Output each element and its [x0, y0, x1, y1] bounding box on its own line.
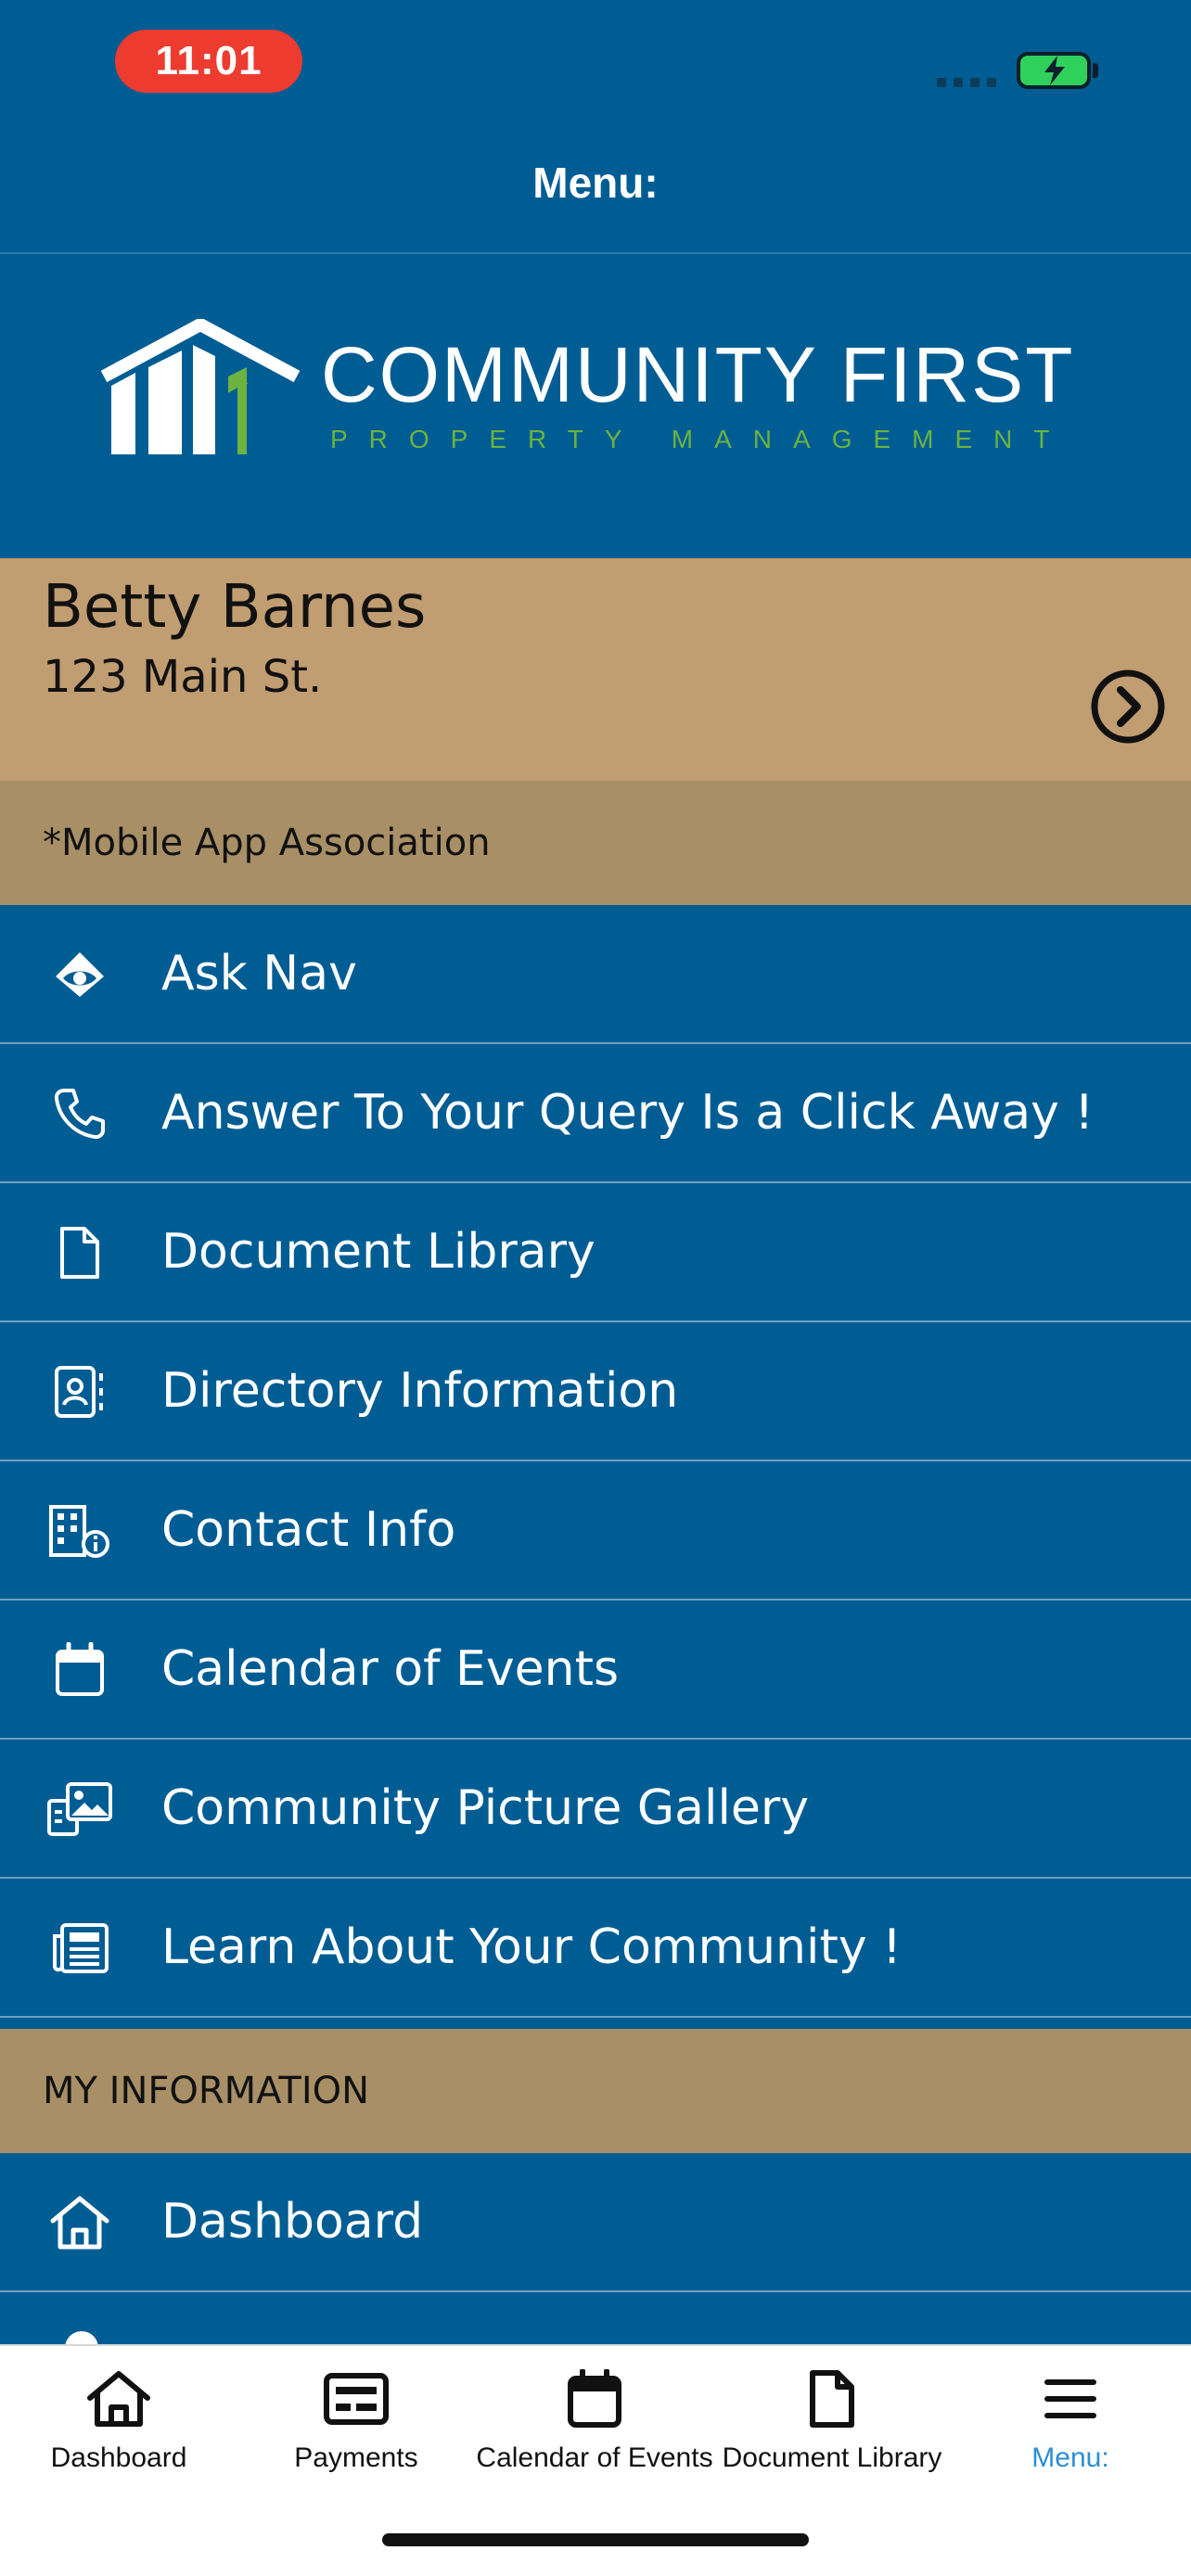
- association-label: *Mobile App Association: [0, 781, 1191, 905]
- menu-item-contact-info[interactable]: Contact Info: [0, 1461, 1191, 1600]
- menu-item-label: Directory Information: [161, 1363, 679, 1419]
- tab-menu[interactable]: Menu:: [952, 2346, 1189, 2485]
- battery-icon: [1017, 52, 1091, 89]
- my-information-header: MY INFORMATION: [0, 2029, 1191, 2153]
- document-icon: [43, 1222, 117, 1283]
- menu-item-label: Answer To Your Query Is a Click Away !: [161, 1085, 1095, 1141]
- cellular-signal-icon: [937, 78, 996, 87]
- menu-item-ask-nav[interactable]: Ask Nav: [0, 905, 1191, 1044]
- menu-item-answer-query[interactable]: Answer To Your Query Is a Click Away !: [0, 1044, 1191, 1183]
- ask-nav-icon: [43, 944, 117, 1005]
- home-indicator[interactable]: [382, 2533, 809, 2546]
- status-bar: 11:01: [0, 0, 1191, 130]
- building-info-icon: [43, 1500, 117, 1562]
- tab-label: Dashboard: [50, 2442, 187, 2473]
- menu-item-label: Community Picture Gallery: [161, 1780, 810, 1836]
- profile-card[interactable]: Betty Barnes 123 Main St.: [0, 558, 1191, 781]
- page-title: Menu:: [532, 159, 659, 207]
- menu-item-label: Dashboard: [161, 2194, 424, 2250]
- menu-item-document-library[interactable]: Document Library: [0, 1183, 1191, 1322]
- menu-item-learn-about-community[interactable]: Learn About Your Community !: [0, 1879, 1191, 2018]
- menu-item-label: Contact Info: [161, 1502, 456, 1558]
- calendar-icon: [43, 1639, 117, 1701]
- tab-label: Document Library: [722, 2442, 942, 2473]
- menu-item-calendar-of-events[interactable]: Calendar of Events: [0, 1600, 1191, 1740]
- tab-calendar-of-events[interactable]: Calendar of Events: [476, 2346, 713, 2485]
- menu-item-label: Learn About Your Community !: [161, 1919, 903, 1975]
- phone-icon: [43, 1083, 117, 1144]
- menu-item-label: Document Library: [161, 1224, 596, 1280]
- profile-address: 123 Main St.: [43, 651, 323, 703]
- brand-logo: COMMUNITY FIRST PROPERTY MANAGEMENT: [0, 254, 1191, 558]
- calendar-icon: [476, 2366, 713, 2431]
- profile-name: Betty Barnes: [43, 573, 427, 642]
- tab-document-library[interactable]: Document Library: [713, 2346, 951, 2485]
- home-icon: [43, 2192, 117, 2253]
- menu-item-dashboard[interactable]: Dashboard: [0, 2153, 1191, 2292]
- menu-item-directory-information[interactable]: Directory Information: [0, 1322, 1191, 1461]
- status-time: 11:01: [115, 30, 302, 93]
- menu-item-label: Calendar of Events: [161, 1641, 620, 1697]
- contact-card-icon: [43, 1361, 117, 1422]
- tab-label: Payments: [294, 2442, 418, 2473]
- home-icon: [0, 2366, 237, 2431]
- menu-item-community-picture-gallery[interactable]: Community Picture Gallery: [0, 1740, 1191, 1879]
- hamburger-icon: [952, 2366, 1189, 2431]
- chevron-right-circle-icon[interactable]: [1089, 668, 1167, 746]
- logo-houses-icon: [100, 319, 301, 454]
- newspaper-icon: [43, 1918, 117, 1979]
- gallery-icon: [43, 1779, 117, 1840]
- logo-subtitle: PROPERTY MANAGEMENT: [330, 425, 1071, 453]
- tab-label: Calendar of Events: [476, 2442, 713, 2473]
- logo-title: COMMUNITY FIRST: [321, 331, 1075, 418]
- tab-dashboard[interactable]: Dashboard: [0, 2346, 237, 2485]
- menu-item-label: Ask Nav: [161, 946, 357, 1001]
- battery-cap: [1093, 63, 1098, 78]
- tab-payments[interactable]: Payments: [237, 2346, 475, 2485]
- document-icon: [713, 2366, 951, 2431]
- tab-label: Menu:: [1031, 2442, 1109, 2473]
- payments-icon: [237, 2366, 475, 2431]
